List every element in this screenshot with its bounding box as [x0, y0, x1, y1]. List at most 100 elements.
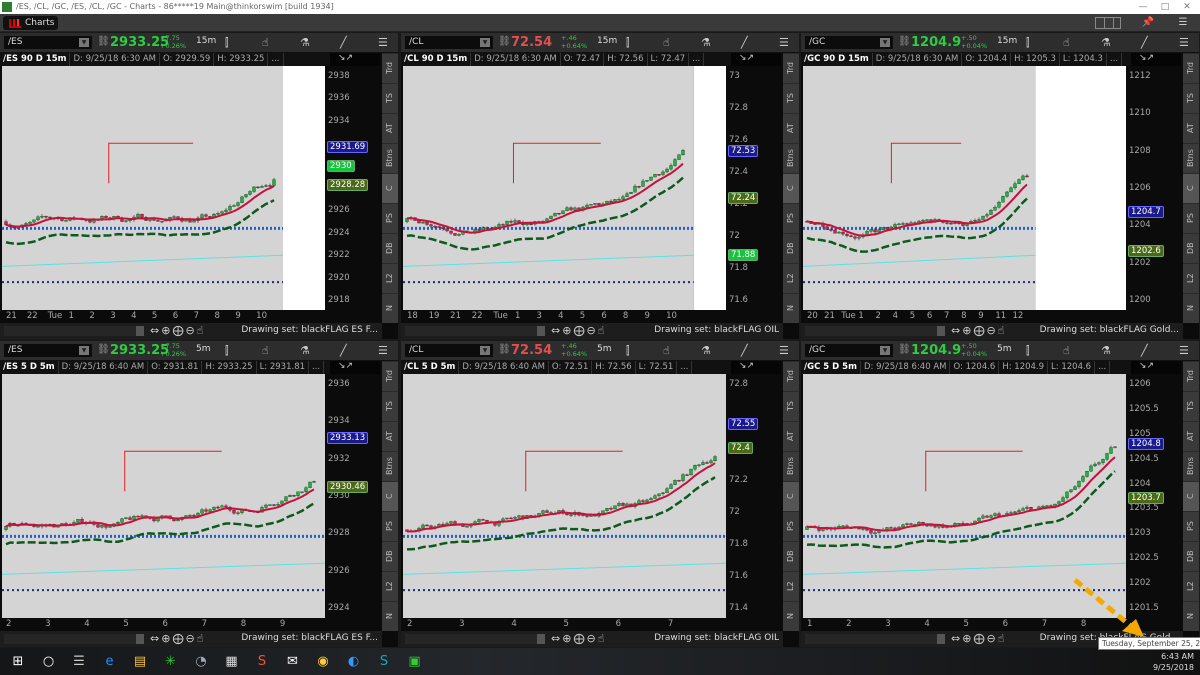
- chevron-down-icon[interactable]: ▼: [480, 346, 490, 355]
- zoom-in-icon[interactable]: ⨁: [573, 324, 586, 337]
- studies-flask-icon[interactable]: ⚗: [701, 344, 711, 357]
- side-tab-ts[interactable]: TS: [783, 391, 799, 421]
- side-tab-c[interactable]: C: [382, 173, 398, 203]
- side-tab-n[interactable]: N: [783, 293, 799, 323]
- scrollbar-thumb[interactable]: [136, 634, 144, 644]
- horizontal-scrollbar[interactable]: [4, 326, 144, 336]
- edge-icon[interactable]: e: [100, 652, 120, 671]
- side-tab-l2[interactable]: L2: [1183, 263, 1199, 293]
- crosshair-icon[interactable]: ⊕: [962, 324, 973, 337]
- drawing-set-selector[interactable]: Drawing set: blackFLAG ES F...: [241, 633, 378, 643]
- side-tab-at[interactable]: AT: [783, 421, 799, 451]
- drawings-icon[interactable]: ╱: [1141, 36, 1148, 49]
- drawing-tools-icon[interactable]: ↘↗: [731, 361, 781, 374]
- link-icon[interactable]: ⛓: [898, 36, 911, 47]
- side-tab-at[interactable]: AT: [1183, 113, 1199, 143]
- symbol-selector[interactable]: /GC ▼: [805, 36, 893, 49]
- zoom-in-icon[interactable]: ⨁: [973, 324, 986, 337]
- pan-hand-icon[interactable]: ☝: [998, 324, 1007, 337]
- side-tab-at[interactable]: AT: [1183, 421, 1199, 451]
- scrollbar-thumb[interactable]: [537, 634, 545, 644]
- side-tab-btns[interactable]: Btns: [1183, 143, 1199, 173]
- pan-hand-icon[interactable]: ☝: [197, 632, 206, 645]
- side-tab-ts[interactable]: TS: [1183, 83, 1199, 113]
- hand-cursor-icon[interactable]: ☝: [1063, 36, 1070, 49]
- fit-arrows-icon[interactable]: ⇔: [150, 324, 161, 337]
- drawing-tools-icon[interactable]: ↘↗: [330, 53, 380, 66]
- side-tab-ps[interactable]: PS: [783, 203, 799, 233]
- hand-cursor-icon[interactable]: ☝: [663, 36, 670, 49]
- file-explorer-icon[interactable]: ▤: [130, 652, 150, 671]
- fit-arrows-icon[interactable]: ⇔: [150, 632, 161, 645]
- link-icon[interactable]: ⛓: [498, 36, 511, 47]
- studies-flask-icon[interactable]: ⚗: [701, 36, 711, 49]
- side-tab-c[interactable]: C: [1183, 173, 1199, 203]
- side-tab-at[interactable]: AT: [382, 421, 398, 451]
- chevron-down-icon[interactable]: ▼: [79, 38, 89, 47]
- side-tab-ps[interactable]: PS: [382, 203, 398, 233]
- scrollbar-thumb[interactable]: [937, 634, 945, 644]
- symbol-selector[interactable]: /ES ▼: [4, 344, 92, 357]
- side-tab-at[interactable]: AT: [382, 113, 398, 143]
- pan-hand-icon[interactable]: ☝: [598, 632, 607, 645]
- side-tab-db[interactable]: DB: [783, 541, 799, 571]
- zoom-out-icon[interactable]: ⊖: [185, 632, 196, 645]
- side-tab-trd[interactable]: Trd: [382, 53, 398, 83]
- drawing-tools-icon[interactable]: ↘↗: [330, 361, 380, 374]
- timeframe-selector[interactable]: 15m: [196, 36, 216, 46]
- hand-cursor-icon[interactable]: ☝: [262, 36, 269, 49]
- drawings-icon[interactable]: ╱: [340, 344, 347, 357]
- panel-menu-icon[interactable]: ☰: [779, 36, 789, 49]
- price-axis[interactable]: 72.8 72.2 72 71.8 71.6 71.4 72.55 72.4: [726, 374, 781, 618]
- symbol-selector[interactable]: /CL ▼: [405, 344, 493, 357]
- side-tab-ts[interactable]: TS: [382, 83, 398, 113]
- thinkorswim-icon[interactable]: ✳: [161, 652, 181, 671]
- side-tab-l2[interactable]: L2: [382, 571, 398, 601]
- panel-menu-icon[interactable]: ☰: [1179, 36, 1189, 49]
- side-tab-trd[interactable]: Trd: [1183, 53, 1199, 83]
- side-tab-db[interactable]: DB: [382, 233, 398, 263]
- horizontal-scrollbar[interactable]: [405, 634, 545, 644]
- system-clock[interactable]: 6:43 AM 9/25/2018: [1153, 651, 1194, 673]
- horizontal-scrollbar[interactable]: [405, 326, 545, 336]
- horizontal-scrollbar[interactable]: [805, 326, 945, 336]
- drawing-tools-icon[interactable]: ↘↗: [731, 53, 781, 66]
- price-axis[interactable]: 73 72.8 72.6 72.4 72.2 72 71.8 71.6 72.53 72.24 71…: [726, 66, 781, 310]
- price-chart[interactable]: [2, 66, 325, 310]
- hand-cursor-icon[interactable]: ☝: [663, 344, 670, 357]
- price-chart[interactable]: [403, 66, 726, 310]
- side-tab-ts[interactable]: TS: [783, 83, 799, 113]
- grid-layout-icon[interactable]: [1095, 17, 1121, 29]
- fit-arrows-icon[interactable]: ⇔: [951, 324, 962, 337]
- zoom-out-icon[interactable]: ⊖: [586, 632, 597, 645]
- studies-flask-icon[interactable]: ⚗: [300, 36, 310, 49]
- symbol-selector[interactable]: /GC ▼: [805, 344, 893, 357]
- chevron-down-icon[interactable]: ▼: [480, 38, 490, 47]
- panel-menu-icon[interactable]: ☰: [378, 36, 388, 49]
- panel-menu-icon[interactable]: ☰: [1179, 344, 1189, 357]
- side-tab-btns[interactable]: Btns: [382, 143, 398, 173]
- zoom-out-icon[interactable]: ⊖: [586, 324, 597, 337]
- price-axis[interactable]: 2938 2936 2934 2926 2924 2922 2920 2918 2931.69 2…: [325, 66, 380, 310]
- studies-flask-icon[interactable]: ⚗: [1101, 36, 1111, 49]
- horizontal-scrollbar[interactable]: [4, 634, 144, 644]
- side-tab-c[interactable]: C: [1183, 481, 1199, 511]
- calculator-icon[interactable]: ▦: [222, 652, 242, 671]
- close-button[interactable]: ✕: [1178, 0, 1196, 14]
- side-tab-n[interactable]: N: [1183, 601, 1199, 631]
- candle-style-icon[interactable]: ⫿: [626, 36, 630, 49]
- side-tab-db[interactable]: DB: [783, 233, 799, 263]
- side-tab-l2[interactable]: L2: [783, 571, 799, 601]
- side-tab-trd[interactable]: Trd: [783, 361, 799, 391]
- side-tab-db[interactable]: DB: [1183, 541, 1199, 571]
- fit-arrows-icon[interactable]: ⇔: [951, 632, 962, 645]
- tab-charts[interactable]: Charts: [3, 16, 58, 30]
- app-icon-3[interactable]: ▣: [405, 652, 425, 671]
- scrollbar-thumb[interactable]: [937, 326, 945, 336]
- candle-style-icon[interactable]: ⫿: [225, 344, 229, 357]
- zoom-out-icon[interactable]: ⊖: [185, 324, 196, 337]
- studies-flask-icon[interactable]: ⚗: [1101, 344, 1111, 357]
- crosshair-icon[interactable]: ⊕: [161, 324, 172, 337]
- link-icon[interactable]: ⛓: [97, 344, 110, 355]
- crosshair-icon[interactable]: ⊕: [562, 632, 573, 645]
